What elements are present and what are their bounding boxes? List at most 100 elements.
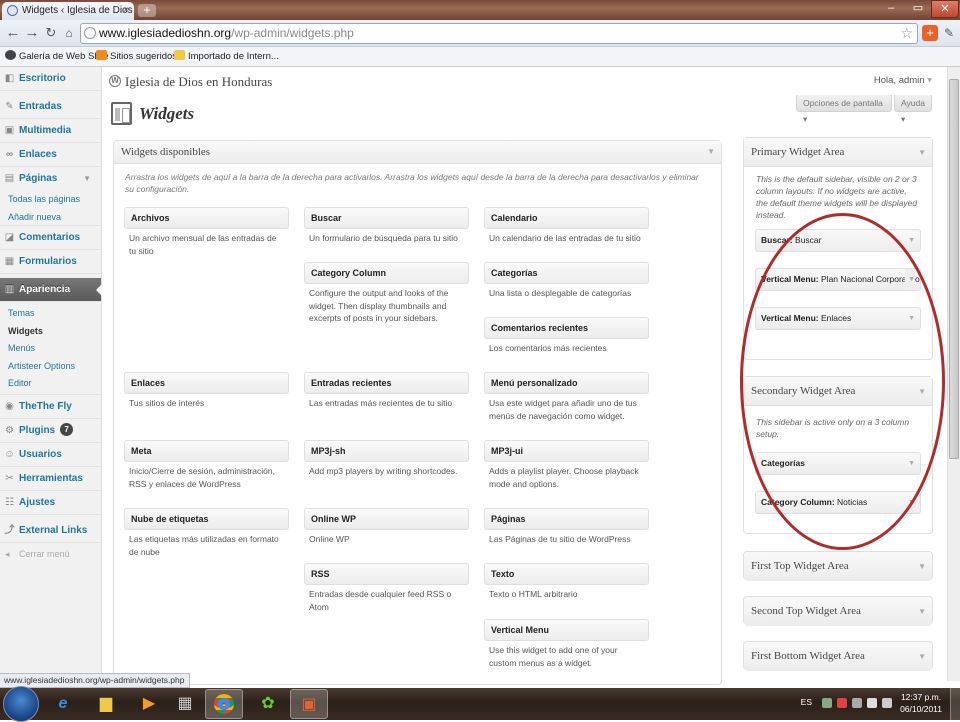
menu-item-herramientas[interactable]: ✂ Herramientas <box>0 467 101 491</box>
toggle-arrow-icon[interactable]: ▼ <box>918 552 926 581</box>
menu-item-escritorio[interactable]: ◧ Escritorio <box>0 67 101 91</box>
site-title[interactable]: Iglesia de Dios en Honduras <box>125 74 272 90</box>
tray-battery-icon[interactable] <box>852 698 862 708</box>
start-orb-icon[interactable] <box>3 686 39 722</box>
sidebar-header[interactable]: First Bottom Widget Area ▼ <box>744 642 932 671</box>
browser-tab[interactable]: Widgets ‹ Iglesia de Dios en × <box>2 2 134 20</box>
sidebar-widget-category-column[interactable]: Category Column: Noticias ▼ <box>755 491 921 514</box>
widget-title[interactable]: Enlaces <box>124 372 289 394</box>
secondary-widget-area-header[interactable]: Secondary Widget Area ▼ <box>744 377 932 406</box>
tray-flag-icon[interactable] <box>837 698 847 708</box>
available-widget[interactable]: Vertical Menu Use this widget to add one … <box>484 619 649 669</box>
available-widget[interactable]: Online WP Online WP <box>304 508 469 546</box>
widget-title[interactable]: Texto <box>484 563 649 585</box>
submenu-editor[interactable]: Editor <box>0 375 101 395</box>
back-arrow-icon[interactable]: ← <box>4 24 22 42</box>
sidebar-widget-vertical-menu-plan[interactable]: Vertical Menu: Plan Nacional Corporativo… <box>755 268 921 291</box>
show-desktop-button[interactable] <box>950 688 960 720</box>
available-widget[interactable]: Enlaces Tus sitios de interés <box>124 372 289 410</box>
available-widget[interactable]: Categorías Una lista o desplegable de cat… <box>484 262 649 300</box>
widget-title[interactable]: Páginas <box>484 508 649 530</box>
sidebar-widget-vertical-menu-enlaces[interactable]: Vertical Menu: Enlaces ▼ <box>755 307 921 330</box>
widget-title[interactable]: Categorías <box>484 262 649 284</box>
first-bottom-widget-area[interactable]: First Bottom Widget Area ▼ <box>743 641 933 671</box>
menu-item-comentarios[interactable]: ◪ Comentarios <box>0 226 101 250</box>
toggle-arrow-icon[interactable]: ▼ <box>905 269 915 290</box>
available-widget[interactable]: Entradas recientes Las entradas más recie… <box>304 372 469 410</box>
bookmark-star-icon[interactable]: ☆ <box>900 24 913 43</box>
widget-title[interactable]: MP3j-ui <box>484 440 649 462</box>
minimize-button[interactable]: – <box>877 0 905 18</box>
widget-title[interactable]: Buscar <box>304 207 469 229</box>
chevron-down-icon[interactable]: ▼ <box>83 167 91 191</box>
system-clock[interactable]: 12:37 p.m. 06/10/2011 <box>900 691 942 715</box>
toggle-arrow-icon[interactable]: ▼ <box>707 141 715 163</box>
available-widget[interactable]: RSS Entradas desde cualquier feed RSS o A… <box>304 563 469 613</box>
screen-options-button[interactable]: Opciones de pantalla ▾ <box>796 95 892 124</box>
available-widget[interactable]: Menú personalizado Usa este widget para a… <box>484 372 649 422</box>
first-top-widget-area[interactable]: First Top Widget Area ▼ <box>743 551 933 581</box>
submenu-todas-las-paginas[interactable]: Todas las páginas <box>0 191 101 209</box>
reload-icon[interactable]: ↻ <box>42 24 60 42</box>
submenu-anadir-nueva[interactable]: Añadir nueva <box>0 209 101 226</box>
sidebar-header[interactable]: Second Top Widget Area ▼ <box>744 597 932 626</box>
widget-title[interactable]: Online WP <box>304 508 469 530</box>
bookmark-importado[interactable]: Importado de Intern... <box>174 47 279 66</box>
available-widgets-header[interactable]: Widgets disponibles ▼ <box>114 141 721 164</box>
widget-title[interactable]: Meta <box>124 440 289 462</box>
messenger-icon[interactable]: ✿ <box>249 689 287 719</box>
second-top-widget-area[interactable]: Second Top Widget Area ▼ <box>743 596 933 626</box>
chrome-taskbar-icon[interactable] <box>205 689 243 719</box>
internet-explorer-icon[interactable]: e <box>44 689 82 719</box>
toggle-arrow-icon[interactable]: ▼ <box>908 492 915 513</box>
widget-title[interactable]: Vertical Menu <box>484 619 649 641</box>
submenu-artisteer-options[interactable]: Artisteer Options <box>0 358 101 376</box>
available-widget[interactable]: MP3j-ui Adds a playlist player. Choose pl… <box>484 440 649 490</box>
available-widget[interactable]: Category Column Configure the output and … <box>304 262 469 325</box>
sidebar-header[interactable]: First Top Widget Area ▼ <box>744 552 932 581</box>
menu-item-thethe-fly[interactable]: ◉ TheThe Fly <box>0 395 101 419</box>
tray-network-icon[interactable] <box>867 698 877 708</box>
menu-item-external-links[interactable]: ⤴ External Links <box>0 519 101 543</box>
available-widget[interactable]: Nube de etiquetas Las etiquetas más utili… <box>124 508 289 558</box>
menu-item-usuarios[interactable]: ☺ Usuarios <box>0 443 101 467</box>
available-widget[interactable]: Archivos Un archivo mensual de las entrad… <box>124 207 289 257</box>
available-widget[interactable]: MP3j-sh Add mp3 players by writing shortc… <box>304 440 469 478</box>
available-widget[interactable]: Buscar Un formulario de búsqueda para tu … <box>304 207 469 245</box>
toggle-arrow-icon[interactable]: ▼ <box>918 597 926 626</box>
tray-volume-icon[interactable] <box>882 698 892 708</box>
media-player-icon[interactable]: ▶ <box>130 689 168 719</box>
primary-widget-area-header[interactable]: Primary Widget Area ▼ <box>744 138 932 167</box>
submenu-temas[interactable]: Temas <box>0 305 101 323</box>
maximize-button[interactable]: ▭ <box>904 0 932 18</box>
bookmark-sitios-sugeridos[interactable]: Sitios sugeridos <box>96 47 177 66</box>
widget-title[interactable]: Nube de etiquetas <box>124 508 289 530</box>
toggle-arrow-icon[interactable]: ▼ <box>918 377 926 406</box>
menu-item-plugins[interactable]: ⚙ Plugins 7 <box>0 419 101 443</box>
widget-title[interactable]: Comentarios recientes <box>484 317 649 339</box>
menu-item-enlaces[interactable]: ∞ Enlaces <box>0 143 101 167</box>
widget-title[interactable]: Entradas recientes <box>304 372 469 394</box>
toggle-arrow-icon[interactable]: ▼ <box>918 138 926 167</box>
tab-close-icon[interactable]: × <box>123 2 129 20</box>
widget-title[interactable]: Calendario <box>484 207 649 229</box>
menu-item-formularios[interactable]: ▦ Formularios <box>0 250 101 274</box>
toggle-arrow-icon[interactable]: ▼ <box>908 230 915 251</box>
new-tab-button[interactable]: + <box>138 4 156 17</box>
menu-item-apariencia[interactable]: ▥ Apariencia <box>0 278 102 302</box>
sidebar-widget-categorias[interactable]: Categorías ▼ <box>755 452 921 475</box>
page-scrollbar[interactable] <box>947 67 960 681</box>
forward-arrow-icon[interactable]: → <box>23 24 41 42</box>
available-widget[interactable]: Comentarios recientes Los comentarios más… <box>484 317 649 355</box>
menu-item-entradas[interactable]: ✎ Entradas <box>0 95 101 119</box>
user-greeting[interactable]: Hola, admin ▾ <box>874 75 932 86</box>
widget-title[interactable]: MP3j-sh <box>304 440 469 462</box>
help-button[interactable]: Ayuda ▾ <box>894 95 932 124</box>
network-icon[interactable]: ▦ <box>166 689 204 719</box>
close-window-button[interactable]: ✕ <box>931 0 959 18</box>
tray-arrow-icon[interactable] <box>822 698 832 708</box>
toggle-arrow-icon[interactable]: ▼ <box>908 453 915 474</box>
powerpoint-icon[interactable]: ▣ <box>290 689 328 719</box>
toggle-arrow-icon[interactable]: ▼ <box>918 642 926 671</box>
extension-plus-icon[interactable]: + <box>922 25 938 41</box>
